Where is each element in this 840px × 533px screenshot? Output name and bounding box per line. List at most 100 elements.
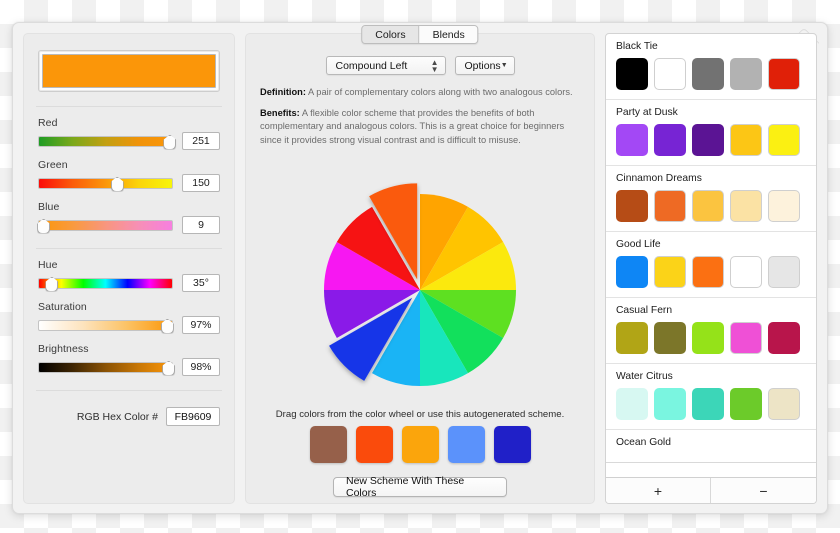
scheme-swatch-2-0[interactable]: [616, 190, 648, 222]
slider-thumb-red[interactable]: [163, 134, 177, 150]
color-wheel-panel: Colors Blends Compound Left ▲ ▼ Options ▼ …: [245, 25, 595, 504]
scheme-swatch-3-2[interactable]: [692, 256, 724, 288]
slider-row-red: Red 251: [38, 117, 220, 150]
scheme-controls: Compound Left ▲ ▼ Options ▼: [246, 56, 594, 75]
scheme-group-name: Party at Dusk: [616, 107, 678, 118]
scheme-color-row: [616, 190, 806, 222]
color-scheme-popover: Red 251 Green 150 Blue 9 Hue 35° Saturation 97% B…: [12, 22, 828, 514]
remove-scheme-button[interactable]: −: [711, 478, 816, 503]
scheme-group-name: Black Tie: [616, 41, 658, 52]
slider-value-blue[interactable]: 9: [182, 216, 220, 234]
scheme-group[interactable]: Ocean Gold: [606, 430, 816, 463]
slider-track-red[interactable]: [38, 134, 177, 150]
slider-label-brightness: Brightness: [38, 343, 89, 355]
slider-row-saturation: Saturation 97%: [38, 301, 220, 334]
scheme-swatch-5-0[interactable]: [616, 388, 648, 420]
slider-line: 97%: [38, 316, 220, 334]
rgb-slider-group: Red 251 Green 150 Blue 9: [24, 107, 234, 248]
slider-track-green[interactable]: [38, 176, 173, 192]
scheme-group[interactable]: Party at Dusk: [606, 100, 816, 166]
generated-swatch-1[interactable]: [355, 426, 393, 463]
current-color-preview[interactable]: [38, 50, 220, 92]
scheme-list-footer: + −: [606, 477, 816, 503]
scheme-group[interactable]: Cinnamon Dreams: [606, 166, 816, 232]
generated-swatch-4[interactable]: [493, 426, 531, 463]
scheme-swatch-3-3[interactable]: [730, 256, 762, 288]
scheme-swatch-3-1[interactable]: [654, 256, 686, 288]
slider-value-brightness[interactable]: 98%: [182, 358, 220, 376]
scheme-swatch-0-3[interactable]: [730, 58, 762, 90]
options-button-label: Options: [464, 59, 501, 72]
slider-thumb-green[interactable]: [110, 176, 124, 192]
scheme-swatch-3-4[interactable]: [768, 256, 800, 288]
scheme-swatch-4-0[interactable]: [616, 322, 648, 354]
scheme-swatch-2-2[interactable]: [692, 190, 724, 222]
tab-bar: Colors Blends: [361, 25, 479, 44]
slider-value-hue[interactable]: 35°: [182, 274, 220, 292]
scheme-swatch-0-1[interactable]: [654, 58, 686, 90]
new-scheme-button[interactable]: New Scheme With These Colors: [333, 475, 507, 499]
tab-colors[interactable]: Colors: [362, 26, 420, 43]
current-color-swatch[interactable]: [42, 54, 216, 88]
scheme-swatch-1-4[interactable]: [768, 124, 800, 156]
slider-label-hue: Hue: [38, 259, 58, 271]
scheme-swatch-1-3[interactable]: [730, 124, 762, 156]
slider-track-saturation[interactable]: [38, 318, 174, 334]
scheme-group[interactable]: Water Citrus: [606, 364, 816, 430]
scheme-group[interactable]: Casual Fern: [606, 298, 816, 364]
slider-track-blue[interactable]: [37, 218, 173, 234]
generated-swatch-0[interactable]: [309, 426, 347, 463]
scheme-swatch-0-4[interactable]: [768, 58, 800, 90]
saved-schemes-panel: Black Tie Party at Dusk Cinnamon Dreams Goo…: [605, 33, 817, 504]
scheme-group[interactable]: Good Life: [606, 232, 816, 298]
hex-color-input[interactable]: FB9609: [166, 407, 220, 426]
scheme-swatch-0-0[interactable]: [616, 58, 648, 90]
hex-color-row: RGB Hex Color # FB9609: [24, 391, 234, 426]
slider-line: 35°: [38, 274, 220, 292]
saved-schemes-list[interactable]: Black Tie Party at Dusk Cinnamon Dreams Goo…: [606, 34, 816, 477]
scheme-swatch-4-1[interactable]: [654, 322, 686, 354]
slider-value-green[interactable]: 150: [182, 174, 220, 192]
slider-row-blue: Blue 9: [37, 201, 220, 234]
slider-thumb-hue[interactable]: [45, 276, 59, 292]
slider-track-hue[interactable]: [38, 276, 173, 292]
scheme-swatch-2-1[interactable]: [654, 190, 686, 222]
color-editor-panel: Red 251 Green 150 Blue 9 Hue 35° Saturation 97% B…: [23, 33, 235, 504]
definition-paragraph: Definition: A pair of complementary colo…: [260, 86, 580, 99]
scheme-swatch-0-2[interactable]: [692, 58, 724, 90]
scheme-swatch-5-3[interactable]: [730, 388, 762, 420]
generated-swatch-3[interactable]: [447, 426, 485, 463]
scheme-color-row: [616, 58, 806, 90]
scheme-swatch-5-2[interactable]: [692, 388, 724, 420]
scheme-swatch-4-2[interactable]: [692, 322, 724, 354]
scheme-swatch-5-4[interactable]: [768, 388, 800, 420]
slider-value-saturation[interactable]: 97%: [182, 316, 220, 334]
slider-thumb-blue[interactable]: [37, 218, 51, 234]
slider-line: 150: [38, 174, 220, 192]
slider-thumb-saturation[interactable]: [160, 318, 174, 334]
scheme-swatch-4-3[interactable]: [730, 322, 762, 354]
slider-track-brightness[interactable]: [38, 360, 176, 376]
tab-blends[interactable]: Blends: [419, 26, 478, 43]
slider-thumb-brightness[interactable]: [162, 360, 176, 376]
scheme-swatch-2-3[interactable]: [730, 190, 762, 222]
slider-row-green: Green 150: [38, 159, 220, 192]
slider-value-red[interactable]: 251: [182, 132, 220, 150]
scheme-swatch-1-0[interactable]: [616, 124, 648, 156]
scheme-description: Definition: A pair of complementary colo…: [260, 86, 580, 155]
scheme-type-select[interactable]: Compound Left ▲ ▼: [325, 56, 446, 75]
scheme-swatch-4-4[interactable]: [768, 322, 800, 354]
scheme-swatch-5-1[interactable]: [654, 388, 686, 420]
generated-swatch-2[interactable]: [401, 426, 439, 463]
scheme-group[interactable]: Black Tie: [606, 34, 816, 100]
scheme-swatch-2-4[interactable]: [768, 190, 800, 222]
scheme-swatch-3-0[interactable]: [616, 256, 648, 288]
scheme-swatch-1-1[interactable]: [654, 124, 686, 156]
color-wheel[interactable]: [312, 182, 528, 398]
color-wheel-svg[interactable]: [312, 182, 528, 398]
options-button[interactable]: Options ▼: [454, 56, 515, 75]
add-scheme-button[interactable]: +: [606, 478, 711, 503]
scheme-swatch-1-2[interactable]: [692, 124, 724, 156]
benefits-paragraph: Benefits: A flexible color scheme that p…: [260, 107, 580, 147]
slider-line: 9: [37, 216, 220, 234]
